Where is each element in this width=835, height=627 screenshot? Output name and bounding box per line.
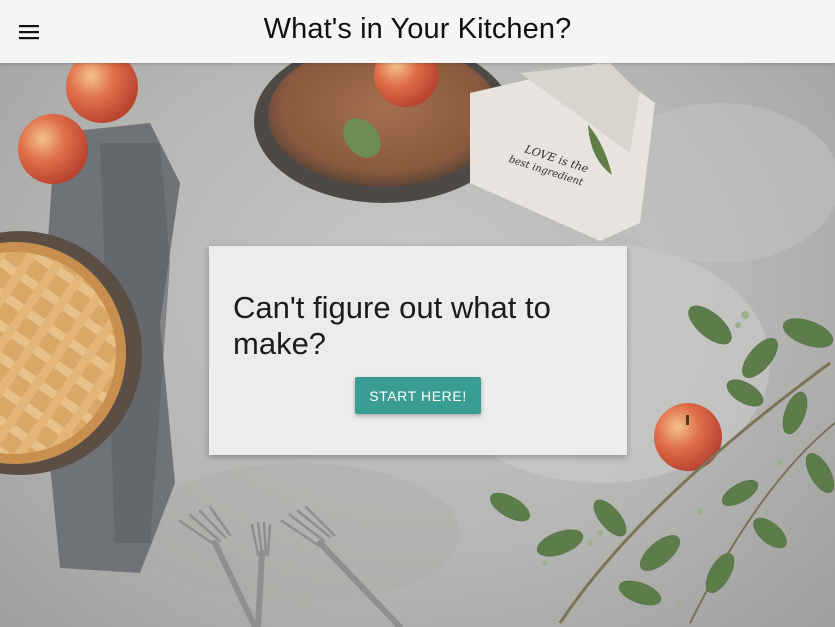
app-title: What's in Your Kitchen? (263, 13, 572, 45)
start-here-button[interactable]: START HERE! (355, 377, 481, 414)
app-bar: What's in Your Kitchen? (0, 0, 835, 63)
hero-background-image: LOVE is the best ingredient Can't figure… (0, 63, 835, 627)
card-heading: Can't figure out what to make? (233, 290, 551, 361)
prompt-card: Can't figure out what to make? START HER… (209, 246, 627, 455)
